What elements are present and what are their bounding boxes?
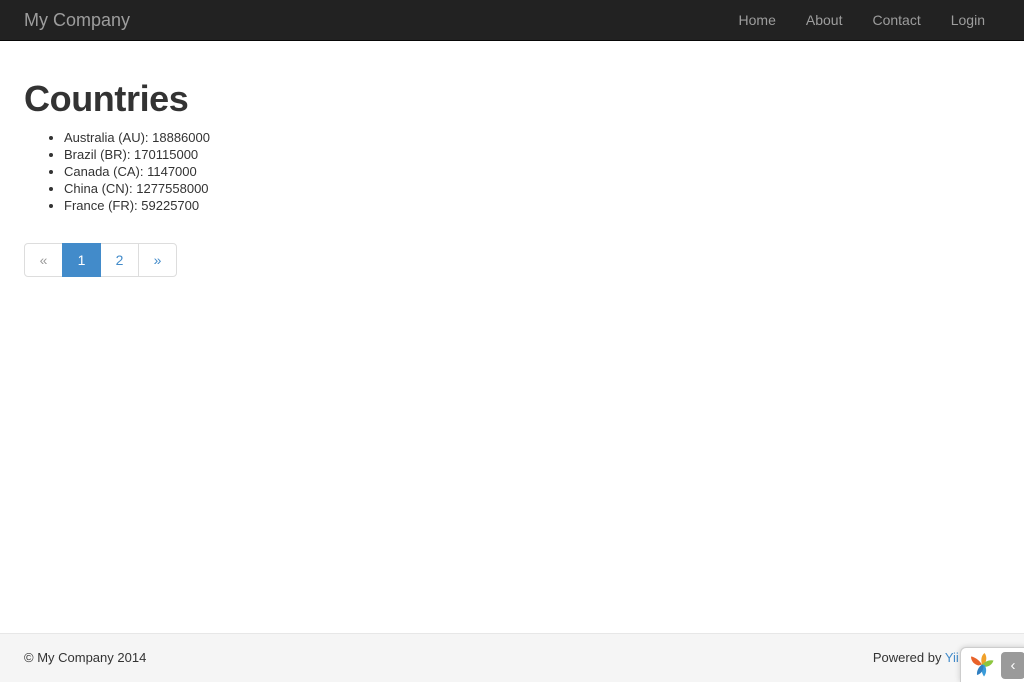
page-title: Countries	[24, 78, 189, 119]
list-item: Brazil (BR): 170115000	[64, 146, 1000, 163]
pagination-next-link[interactable]: »	[138, 242, 177, 277]
pagination-prev-link[interactable]: «	[24, 242, 63, 277]
page-content: Countries Australia (AU): 18886000 Brazi…	[0, 79, 1024, 671]
nav-item-contact[interactable]: Contact	[857, 0, 935, 41]
content-container: Countries Australia (AU): 18886000 Brazi…	[0, 79, 1024, 297]
navbar-brand[interactable]: My Company	[24, 10, 130, 30]
list-item: Australia (AU): 18886000	[64, 129, 1000, 146]
pagination-prev[interactable]: «	[24, 242, 63, 277]
footer-copyright: © My Company 2014	[24, 649, 147, 665]
list-item: China (CN): 1277558000	[64, 180, 1000, 197]
footer: © My Company 2014 Powered by Yii Frame ‹	[0, 633, 1024, 682]
powered-by-label: Powered by	[872, 649, 945, 665]
chevron-left-icon[interactable]: ‹	[1001, 651, 1024, 679]
yii-debug-toolbar[interactable]: ‹	[960, 647, 1024, 682]
nav-link-contact[interactable]: Contact	[857, 0, 935, 41]
pagination-next[interactable]: »	[138, 242, 177, 277]
nav-link-home[interactable]: Home	[724, 0, 791, 41]
pagination-page-2-link[interactable]: 2	[100, 242, 139, 277]
list-item: Canada (CA): 1147000	[64, 163, 1000, 180]
yii-logo-icon	[969, 653, 995, 677]
nav-link-login[interactable]: Login	[936, 0, 1000, 41]
list-item: France (FR): 59225700	[64, 197, 1000, 214]
pagination: « 1 2 »	[24, 242, 177, 277]
pagination-page-2[interactable]: 2	[100, 242, 139, 277]
nav-item-home[interactable]: Home	[724, 0, 791, 41]
country-list: Australia (AU): 18886000 Brazil (BR): 17…	[24, 129, 1000, 214]
nav-item-login[interactable]: Login	[936, 0, 1000, 41]
navbar-nav: Home About Contact Login	[724, 0, 1000, 41]
pagination-page-1-link[interactable]: 1	[62, 242, 101, 277]
pagination-page-1[interactable]: 1	[62, 242, 101, 277]
footer-container: © My Company 2014 Powered by Yii Frame	[0, 649, 1024, 668]
nav-link-about[interactable]: About	[791, 0, 858, 41]
navbar: My Company Home About Contact Login	[0, 0, 1024, 41]
nav-item-about[interactable]: About	[791, 0, 858, 41]
